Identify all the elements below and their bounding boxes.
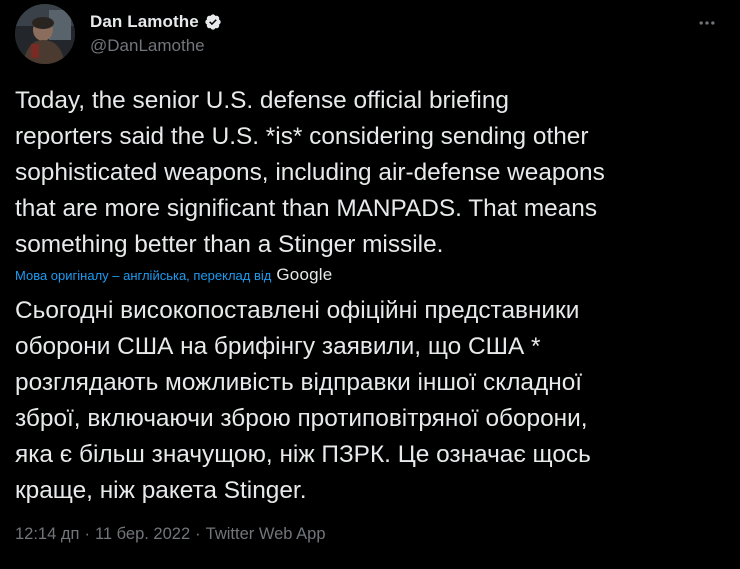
author-handle[interactable]: @DanLamothe bbox=[90, 36, 205, 56]
tweet-time[interactable]: 12:14 дп bbox=[15, 525, 79, 544]
verified-badge-icon bbox=[204, 13, 222, 31]
translation-attribution: Мова оригіналу – англійська, переклад ві… bbox=[15, 263, 332, 287]
author-display-name[interactable]: Dan Lamothe bbox=[90, 12, 199, 32]
avatar-image bbox=[15, 4, 75, 64]
avatar[interactable] bbox=[15, 4, 75, 64]
tweet-original-text: Today, the senior U.S. defense official … bbox=[15, 87, 605, 258]
tweet-metadata: 12:14 дп · 11 бер. 2022 · Twitter Web Ap… bbox=[15, 525, 326, 544]
tweet-date[interactable]: 11 бер. 2022 bbox=[95, 525, 190, 544]
author-name-row: Dan Lamothe bbox=[90, 11, 222, 33]
tweet-source-app[interactable]: Twitter Web App bbox=[206, 525, 326, 544]
tweet-card: Dan Lamothe @DanLamothe Today, the senio… bbox=[0, 0, 740, 569]
google-logo: Google bbox=[276, 265, 333, 284]
tweet-translated-text: Сьогодні високопоставлені офіційні предс… bbox=[15, 297, 591, 504]
meta-separator: · bbox=[195, 525, 201, 543]
translation-note-link[interactable]: Мова оригіналу – англійська, переклад ві… bbox=[15, 268, 271, 283]
meta-separator: · bbox=[84, 525, 90, 543]
more-options-icon[interactable] bbox=[694, 10, 720, 36]
